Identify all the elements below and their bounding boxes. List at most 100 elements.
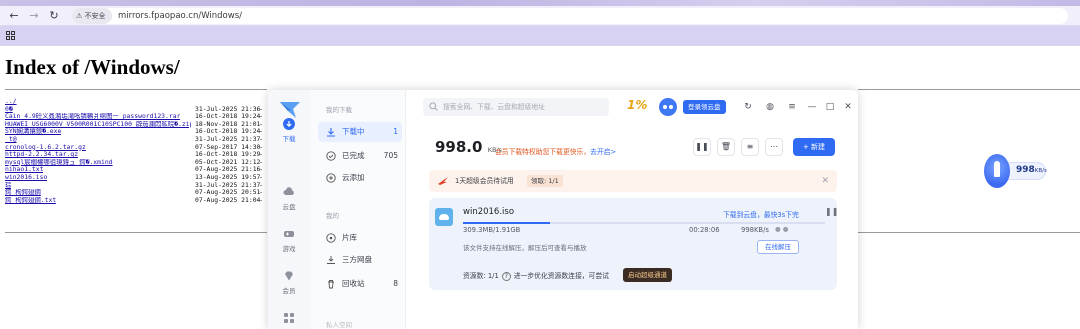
super-channel-button[interactable]: 启动超级通道 bbox=[623, 268, 672, 282]
url-field[interactable]: ⚠ 不安全 mirrors.fpaopao.cn/Windows/ bbox=[72, 8, 1068, 24]
total-speed-value: 998.0 bbox=[435, 138, 483, 156]
nav-label: 已完成 bbox=[342, 151, 365, 160]
address-bar: ← → ↻ ⚠ 不安全 mirrors.fpaopao.cn/Windows/ bbox=[0, 6, 1080, 26]
menu-icon[interactable]: ≡ bbox=[787, 102, 797, 112]
trial-text: 1天超级会员待试用 bbox=[455, 177, 514, 185]
reload-icon[interactable]: ↻ bbox=[46, 8, 62, 24]
file-link[interactable]: 琮 bbox=[5, 182, 11, 190]
rail-label: 云盘 bbox=[282, 203, 296, 211]
file-link[interactable]: mysql宸椢權哪徂璄鍏ュ 鍔�.xmind bbox=[5, 159, 113, 167]
file-size: - bbox=[259, 195, 263, 204]
trial-close-icon[interactable]: ✕ bbox=[821, 170, 829, 192]
floating-speed-unit: KB/s bbox=[1034, 168, 1047, 174]
nav-section-title: 我的 bbox=[326, 212, 339, 220]
task-pause-icon[interactable]: ❚❚ bbox=[825, 207, 838, 216]
task-progress-bar bbox=[463, 222, 825, 224]
peer-icons: ● ● bbox=[775, 225, 789, 233]
rail-item-download[interactable]: 下载 bbox=[268, 118, 310, 143]
task-remaining-time: 00:28:06 bbox=[689, 226, 720, 234]
wing-icon bbox=[438, 177, 448, 185]
file-link[interactable]: 鍔 枸鍔翅鋼 bbox=[5, 189, 41, 197]
film-icon bbox=[326, 233, 336, 243]
nav-item-cloud-add[interactable]: 云添加 bbox=[318, 168, 402, 188]
file-link[interactable]: cronolog-1.6.2.tar.gz bbox=[5, 144, 86, 152]
main-panel: 搜索全网、下载、云盘和超级地址 1% 登录领云盘 ↻ ◍ ≡ — □ ✕ 998… bbox=[407, 90, 858, 329]
nav-item-recycle-bin[interactable]: 回收站 8 bbox=[318, 274, 402, 294]
maximize-icon[interactable]: □ bbox=[825, 102, 835, 112]
file-link[interactable]: nihao1.txt bbox=[5, 166, 43, 174]
nav-label: 下载中 bbox=[342, 127, 365, 136]
apps-icon bbox=[284, 313, 294, 323]
help-icon[interactable]: ? bbox=[501, 272, 511, 281]
sync-icon[interactable]: ↻ bbox=[743, 102, 753, 112]
login-button[interactable]: 登录领云盘 bbox=[683, 100, 726, 114]
private-space-label[interactable]: 私人空间 bbox=[326, 319, 352, 329]
download-icon bbox=[283, 118, 295, 130]
minimize-icon[interactable]: — bbox=[807, 102, 817, 112]
floating-speed-widget[interactable]: 998KB/s bbox=[984, 154, 1047, 188]
nav-item-library[interactable]: 片库 bbox=[318, 228, 402, 248]
vip-tip-link[interactable]: 去开启> bbox=[590, 148, 616, 156]
file-link[interactable]: 鍔 枸鍔翅鋼.txt bbox=[5, 197, 56, 205]
rail-item-vip[interactable]: 会员 bbox=[268, 270, 310, 295]
pause-all-button[interactable]: ❚❚ bbox=[693, 138, 711, 156]
new-task-button[interactable]: + 新建 bbox=[793, 138, 835, 156]
security-label: 不安全 bbox=[84, 12, 106, 20]
search-input[interactable]: 搜索全网、下载、云盘和超级地址 bbox=[423, 98, 609, 116]
resource-tip: 进一步优化资源数连接，可尝试 bbox=[513, 272, 609, 280]
file-link[interactable]: ../ bbox=[5, 98, 17, 106]
skin-icon[interactable]: ◍ bbox=[765, 102, 775, 112]
online-unzip-button[interactable]: 在线解压 bbox=[757, 240, 799, 254]
check-circle-icon bbox=[326, 151, 336, 161]
back-icon[interactable]: ← bbox=[6, 8, 22, 24]
file-link[interactable]: _t@ bbox=[5, 136, 17, 144]
file-link[interactable]: win2016.iso bbox=[5, 174, 47, 182]
rail-item-cloud[interactable]: 云盘 bbox=[268, 186, 310, 211]
rail-label: 会员 bbox=[282, 287, 296, 295]
cloud-icon bbox=[283, 187, 294, 195]
nav-count: 8 bbox=[393, 279, 398, 288]
apps-grid-icon[interactable] bbox=[6, 31, 16, 41]
task-progress-fill bbox=[463, 222, 550, 224]
download-task-card[interactable]: win2016.iso 下载到云盘，最快3s下完 ❚❚ 309.3MB/1.91… bbox=[429, 198, 838, 290]
sort-button[interactable]: ≡ bbox=[741, 138, 759, 156]
delete-button[interactable]: 🗑 bbox=[717, 138, 735, 156]
security-chip[interactable]: ⚠ 不安全 bbox=[72, 8, 112, 24]
vip-tip[interactable]: 会员下载特权助您下载更快乐，去开启> bbox=[495, 146, 616, 156]
close-icon[interactable]: ✕ bbox=[843, 102, 853, 112]
trash-icon bbox=[328, 280, 334, 289]
avatar[interactable] bbox=[659, 98, 677, 116]
side-navigation: 我的下载 下载中 1 已完成 705 云添加 我的 片库 三方网盘 回收站 8 bbox=[310, 90, 406, 329]
points-coin-icon[interactable]: 1% bbox=[627, 98, 647, 116]
floating-speed: 998KB/s bbox=[1016, 165, 1047, 175]
disc-image-icon bbox=[435, 208, 453, 226]
forward-icon[interactable]: → bbox=[26, 8, 42, 24]
file-link[interactable]: Cain_4.9砼义叒潲垢滝吆锖韀爿绵图ー password123.rar bbox=[5, 113, 180, 121]
download-arrow-icon bbox=[327, 128, 335, 137]
warning-icon: ⚠ bbox=[76, 12, 83, 20]
download-to-cloud-link[interactable]: 下载到云盘，最快3s下完 bbox=[723, 209, 799, 219]
nav-item-third-party-drive[interactable]: 三方网盘 bbox=[318, 250, 402, 270]
rail-item-more[interactable] bbox=[268, 312, 310, 324]
trial-claim-badge[interactable]: 领取: 1/1 bbox=[527, 175, 563, 187]
nav-label: 回收站 bbox=[342, 279, 365, 288]
file-listing: ../0� 31-Jul-2025 21:36- Cain_4.9砼义叒潲垢滝吆锖韀… bbox=[5, 98, 267, 204]
nav-label: 云添加 bbox=[342, 173, 365, 182]
total-speed: 998.0 KB/s bbox=[435, 138, 502, 156]
diamond-icon bbox=[285, 271, 293, 281]
nav-item-downloading[interactable]: 下载中 1 bbox=[318, 122, 402, 142]
more-button[interactable]: ⋯ bbox=[765, 138, 783, 156]
file-link[interactable]: HUAWEI_USG6000V_V500R001C10SPC100_辟茄瀾悶昿晥… bbox=[5, 121, 191, 129]
trial-banner[interactable]: 1天超级会员待试用 领取: 1/1 ✕ bbox=[429, 170, 837, 192]
page-title: Index of /Windows/ bbox=[5, 55, 180, 79]
nav-item-completed[interactable]: 已完成 705 bbox=[318, 146, 402, 166]
file-link[interactable]: 0� bbox=[5, 106, 13, 114]
file-date: 07-Aug-2025 21:04 bbox=[195, 195, 261, 204]
listing-row: 鍔 枸鍔翅鋼.txt 07-Aug-2025 21:04- bbox=[5, 195, 267, 205]
file-link[interactable]: SYN娴溝攘鋃�.exe bbox=[5, 128, 61, 136]
divider bbox=[858, 232, 1080, 233]
rail-item-games[interactable]: 游戏 bbox=[268, 228, 310, 253]
file-link[interactable]: httpd-2.2.34.tar.gz bbox=[5, 151, 78, 159]
floating-speed-value: 998 bbox=[1016, 165, 1035, 175]
search-icon bbox=[429, 102, 438, 111]
